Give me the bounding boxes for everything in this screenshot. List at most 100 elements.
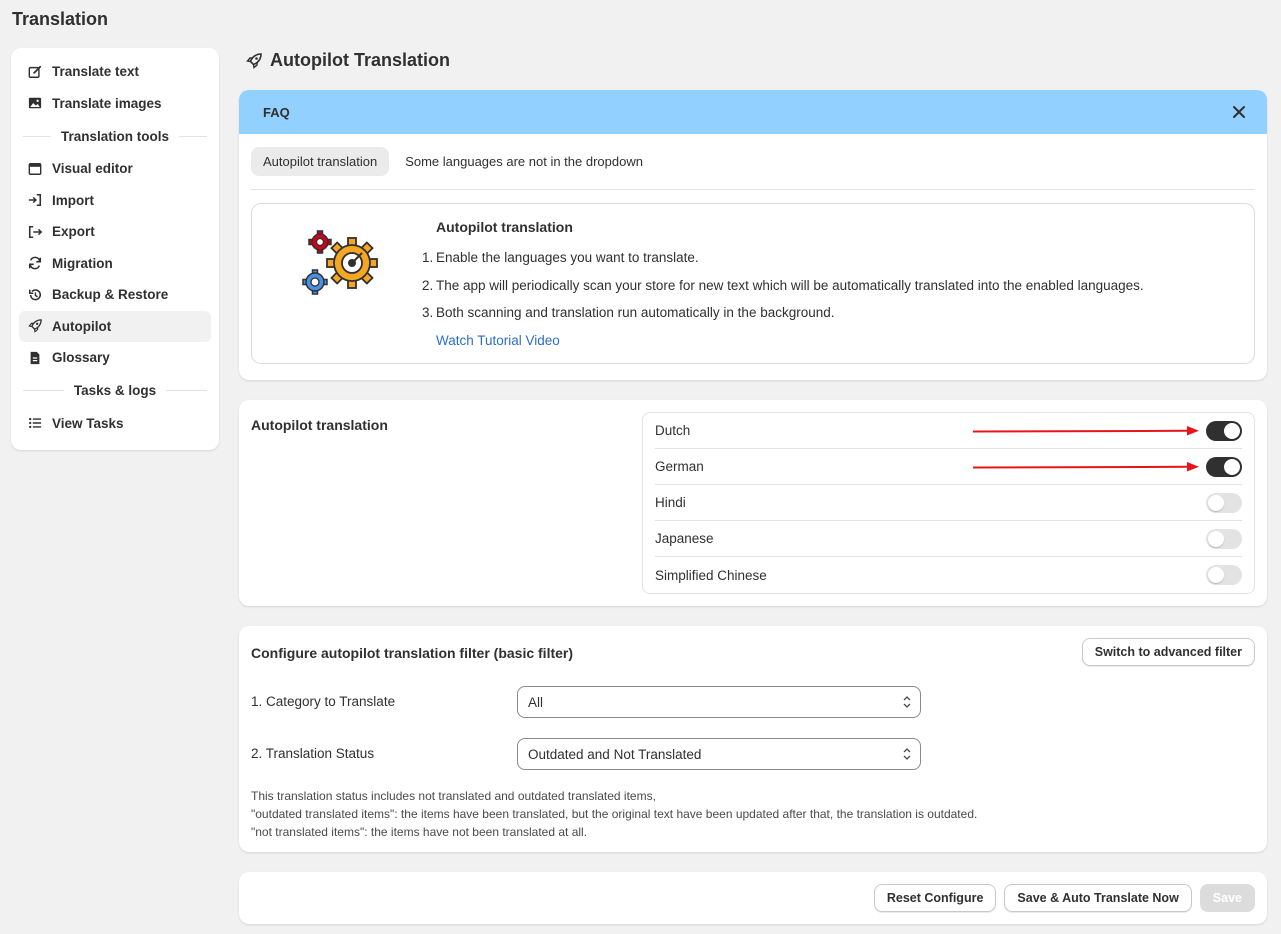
toggle-hindi[interactable]: [1206, 492, 1242, 513]
sidebar-item-label: Translate text: [52, 64, 140, 80]
sidebar-item-import[interactable]: Import: [19, 185, 211, 217]
category-value: All: [528, 694, 544, 710]
faq-title: FAQ: [263, 104, 290, 120]
section-label: Translation tools: [61, 128, 170, 144]
toggle-simplified-chinese[interactable]: [1206, 565, 1242, 585]
toggle-japanese[interactable]: [1206, 528, 1242, 549]
language-row-hindi: Hindi: [655, 485, 1242, 521]
language-name: Dutch: [655, 423, 691, 438]
faq-box-title: Autopilot translation: [436, 219, 573, 235]
sidebar-item-label: Backup & Restore: [52, 287, 169, 303]
language-row-simplified-chinese: Simplified Chinese: [655, 557, 1242, 593]
sidebar-item-label: Autopilot: [52, 318, 112, 334]
help-line: "outdated translated items": the items h…: [251, 807, 978, 821]
sidebar-item-glossary[interactable]: Glossary: [19, 342, 211, 374]
app-title: Translation: [12, 9, 109, 29]
rocket-icon: [28, 319, 42, 334]
rocket-icon: [246, 52, 262, 69]
arrow-annotation-icon: [973, 426, 1199, 436]
language-name: Japanese: [655, 531, 714, 546]
reset-configure-button[interactable]: Reset Configure: [873, 884, 997, 912]
close-icon[interactable]: [1231, 104, 1247, 120]
tab-languages-dropdown[interactable]: Some languages are not in the dropdown: [393, 147, 655, 176]
autopilot-languages-card: Autopilot translation Dutch German Hindi…: [239, 400, 1267, 606]
toggle-german[interactable]: [1206, 456, 1242, 477]
filter-card: Configure autopilot translation filter (…: [239, 626, 1267, 852]
section-translation-tools: Translation tools: [23, 119, 207, 153]
footer-actions-card: Reset Configure Save & Auto Translate No…: [239, 872, 1267, 924]
toggle-knob: [1224, 422, 1240, 439]
list-item: 2. The app will periodically scan your st…: [422, 278, 1144, 306]
switch-advanced-filter-button[interactable]: Switch to advanced filter: [1081, 638, 1255, 666]
save-button[interactable]: Save: [1199, 884, 1255, 912]
language-name: German: [655, 459, 704, 474]
faq-steps: 1. Enable the languages you want to trans…: [422, 250, 1144, 333]
status-label: 2. Translation Status: [251, 746, 375, 761]
save-auto-translate-button[interactable]: Save & Auto Translate Now: [1004, 884, 1192, 912]
sidebar-item-backup-restore[interactable]: Backup & Restore: [19, 279, 211, 311]
refresh-icon: [28, 256, 42, 270]
toggle-knob: [1224, 458, 1240, 475]
list-item: 3. Both scanning and translation run auto…: [422, 305, 1144, 333]
status-value: Outdated and Not Translated: [528, 746, 702, 762]
section-label: Tasks & logs: [73, 383, 157, 398]
history-icon: [28, 288, 42, 302]
footer-buttons: Reset Configure Save & Auto Translate No…: [873, 884, 1255, 912]
sidebar-item-label: Visual editor: [52, 161, 133, 177]
status-select[interactable]: Outdated and Not Translated: [517, 738, 921, 770]
step-number: 1.: [422, 250, 434, 265]
sidebar-item-export[interactable]: Export: [19, 216, 211, 248]
gears-illustration: [302, 230, 378, 295]
faq-tabs: Autopilot translation Some languages are…: [251, 134, 1255, 190]
import-icon: [28, 193, 42, 207]
language-row-german: German: [655, 449, 1242, 485]
languages-section-title: Autopilot translation: [251, 417, 388, 433]
faq-card: FAQ Autopilot translation Some languages…: [239, 90, 1267, 380]
step-text: Enable the languages you want to transla…: [436, 250, 699, 265]
filter-help-text: This translation status includes not tra…: [251, 787, 977, 841]
sidebar-item-translate-text[interactable]: Translate text: [19, 56, 211, 88]
sidebar: Translate text Translate images Translat…: [11, 48, 219, 450]
sidebar-item-label: Migration: [52, 255, 113, 271]
step-number: 3.: [422, 305, 434, 320]
sidebar-item-translate-images[interactable]: Translate images: [19, 88, 211, 120]
arrow-annotation-icon: [973, 462, 1199, 472]
select-chevron-icon: [903, 696, 911, 708]
step-text: Both scanning and translation run automa…: [436, 305, 835, 320]
sidebar-item-migration[interactable]: Migration: [19, 248, 211, 280]
step-text: The app will periodically scan your stor…: [436, 277, 1144, 293]
watch-tutorial-link[interactable]: Watch Tutorial Video: [436, 333, 560, 348]
filter-title: Configure autopilot translation filter (…: [251, 645, 574, 661]
toggle-dutch[interactable]: [1206, 420, 1242, 441]
document-icon: [28, 351, 42, 365]
faq-content-box: Autopilot translation 1. Enable the langu…: [251, 203, 1255, 364]
sidebar-item-view-tasks[interactable]: View Tasks: [19, 408, 211, 440]
sidebar-item-autopilot[interactable]: Autopilot: [19, 310, 211, 342]
language-row-japanese: Japanese: [655, 521, 1242, 557]
edit-icon: [28, 65, 42, 79]
select-chevron-icon: [903, 748, 911, 760]
toggle-knob: [1208, 494, 1224, 511]
faq-header: FAQ: [239, 90, 1267, 134]
sidebar-item-visual-editor[interactable]: Visual editor: [19, 153, 211, 185]
language-name: Simplified Chinese: [655, 567, 767, 583]
list-icon: [28, 416, 42, 430]
sidebar-item-label: Translate images: [52, 95, 162, 111]
export-icon: [28, 225, 42, 239]
category-label: 1. Category to Translate: [251, 694, 396, 709]
language-list: Dutch German Hindi Japanese Simplified C…: [642, 412, 1255, 594]
help-line: "not translated items": the items have n…: [251, 825, 588, 839]
tab-autopilot-translation[interactable]: Autopilot translation: [251, 147, 390, 176]
section-tasks-logs: Tasks & logs: [23, 374, 207, 408]
category-select[interactable]: All: [517, 686, 921, 718]
language-row-dutch: Dutch: [655, 413, 1242, 449]
image-icon: [28, 96, 42, 110]
page-heading: Autopilot Translation: [246, 50, 450, 71]
help-line: This translation status includes not tra…: [251, 789, 656, 803]
toggle-knob: [1208, 567, 1224, 583]
sidebar-item-label: Import: [52, 192, 94, 208]
sidebar-item-label: Export: [52, 224, 95, 240]
page-title: Autopilot Translation: [270, 50, 450, 70]
sidebar-item-label: Glossary: [52, 350, 110, 366]
window-icon: [28, 162, 42, 176]
